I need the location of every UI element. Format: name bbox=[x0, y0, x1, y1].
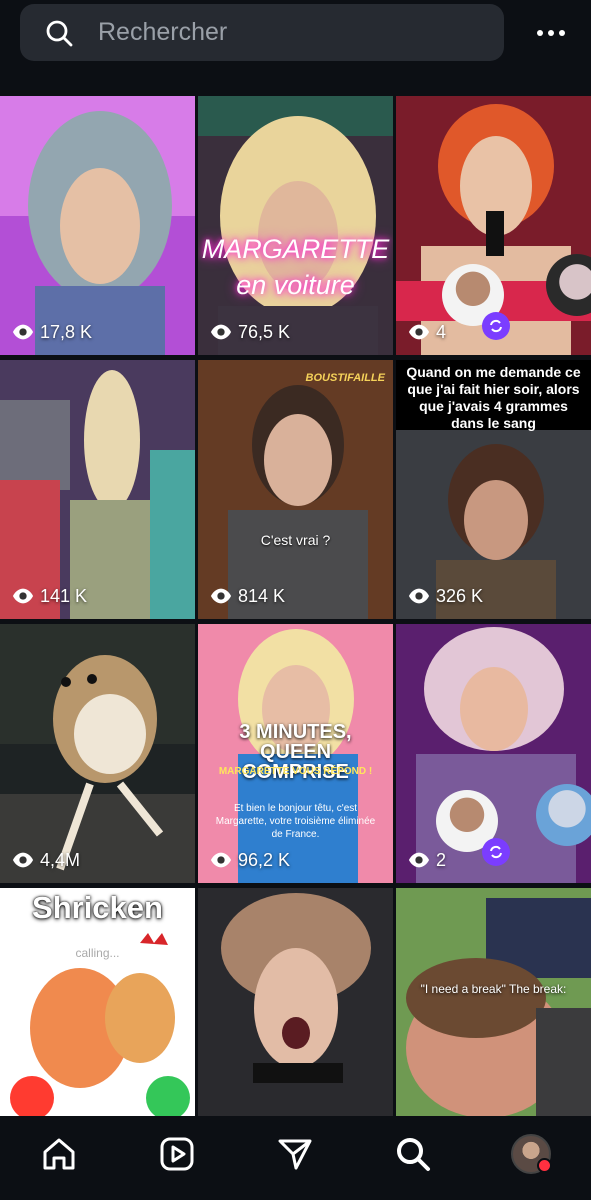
grid-tile[interactable]: 2 bbox=[396, 624, 591, 883]
nav-messages[interactable] bbox=[273, 1132, 317, 1176]
grid-tile[interactable] bbox=[198, 888, 393, 1116]
view-count: 326 K bbox=[408, 585, 483, 607]
view-count-text: 4,4M bbox=[40, 849, 81, 870]
eye-icon bbox=[12, 852, 34, 868]
view-count: 141 K bbox=[12, 585, 87, 607]
more-icon bbox=[537, 30, 543, 36]
eye-icon bbox=[210, 324, 232, 340]
grid-tile[interactable]: Quand on me demande ce que j'ai fait hie… bbox=[396, 360, 591, 619]
grid-tile[interactable]: 17,8 K bbox=[0, 96, 195, 355]
eye-icon bbox=[408, 852, 430, 868]
grid-tile[interactable]: MARGARETTE en voiture 76,5 K bbox=[198, 96, 393, 355]
view-count-text: 814 K bbox=[238, 585, 286, 606]
explore-grid: 17,8 K MARGARETTE en voiture 76,5 K 4 14… bbox=[0, 96, 591, 1116]
thumbnail bbox=[396, 888, 591, 1116]
collab-avatar bbox=[536, 784, 591, 846]
grid-tile[interactable]: BOUSTIFAILLE C'est vrai ? 814 K bbox=[198, 360, 393, 619]
eye-icon bbox=[408, 588, 430, 604]
overlay-caption: Shricken bbox=[32, 890, 163, 925]
thumbnail bbox=[0, 360, 195, 619]
overlay-caption: Quand on me demande ce que j'ai fait hie… bbox=[406, 364, 581, 431]
view-count: 76,5 K bbox=[210, 321, 290, 343]
view-count: 17,8 K bbox=[12, 321, 92, 343]
view-count: 2 bbox=[408, 849, 446, 871]
view-count: 4 bbox=[408, 321, 446, 343]
top-bar bbox=[0, 0, 591, 92]
nav-home[interactable] bbox=[37, 1132, 81, 1176]
overlay-body: Et bien le bonjour têtu, c'est Margarett… bbox=[215, 803, 376, 840]
bottom-nav bbox=[0, 1116, 591, 1200]
eye-icon bbox=[12, 324, 34, 340]
nav-profile[interactable] bbox=[509, 1132, 553, 1176]
eye-icon bbox=[210, 588, 232, 604]
channel-logo: BOUSTIFAILLE bbox=[305, 372, 385, 384]
nav-reels[interactable] bbox=[155, 1132, 199, 1176]
thumbnail bbox=[198, 360, 393, 619]
thumbnail bbox=[198, 96, 393, 355]
remix-icon bbox=[482, 838, 510, 866]
thumbnail bbox=[0, 624, 195, 883]
nav-search[interactable] bbox=[391, 1132, 435, 1176]
view-count: 4,4M bbox=[12, 849, 80, 871]
grid-tile[interactable]: 4,4M bbox=[0, 624, 195, 883]
overlay-subtitle: calling... bbox=[75, 946, 120, 960]
view-count-text: 76,5 K bbox=[238, 321, 291, 342]
view-count-text: 141 K bbox=[40, 585, 88, 606]
eye-icon bbox=[12, 588, 34, 604]
grid-tile[interactable]: Shricken calling... bbox=[0, 888, 195, 1116]
overlay-caption: MARGARETTE en voiture bbox=[201, 234, 390, 300]
more-options-button[interactable] bbox=[528, 20, 574, 46]
overlay-caption: "I need a break" The break: bbox=[420, 982, 567, 996]
overlay-subtitle: MARGARETTE VOUS RÉPOND ! bbox=[218, 766, 373, 777]
thumbnail bbox=[0, 96, 195, 355]
grid-tile[interactable]: 3 MINUTES, QUEEN COMPRISE MARGARETTE VOU… bbox=[198, 624, 393, 883]
thumbnail bbox=[198, 888, 393, 1116]
view-count-text: 4 bbox=[436, 321, 447, 342]
send-icon bbox=[278, 1139, 312, 1170]
eye-icon bbox=[408, 324, 430, 340]
grid-tile[interactable]: 4 bbox=[396, 96, 591, 355]
search-icon bbox=[46, 20, 73, 46]
search-bar[interactable] bbox=[20, 4, 504, 61]
remix-icon bbox=[482, 312, 510, 340]
search-input[interactable] bbox=[96, 17, 480, 48]
home-icon bbox=[43, 1138, 75, 1170]
eye-icon bbox=[210, 852, 232, 868]
reels-icon bbox=[160, 1137, 194, 1171]
grid-tile[interactable]: 141 K bbox=[0, 360, 195, 619]
view-count: 96,2 K bbox=[210, 849, 290, 871]
view-count-text: 326 K bbox=[436, 585, 484, 606]
view-count-text: 2 bbox=[436, 849, 447, 870]
profile-avatar bbox=[511, 1134, 552, 1174]
overlay-caption: C'est vrai ? bbox=[260, 532, 331, 548]
view-count: 814 K bbox=[210, 585, 285, 607]
grid-tile[interactable]: "I need a break" The break: bbox=[396, 888, 591, 1116]
view-count-text: 96,2 K bbox=[238, 849, 291, 870]
search-icon bbox=[397, 1138, 430, 1171]
view-count-text: 17,8 K bbox=[40, 321, 93, 342]
notification-dot bbox=[537, 1158, 552, 1173]
